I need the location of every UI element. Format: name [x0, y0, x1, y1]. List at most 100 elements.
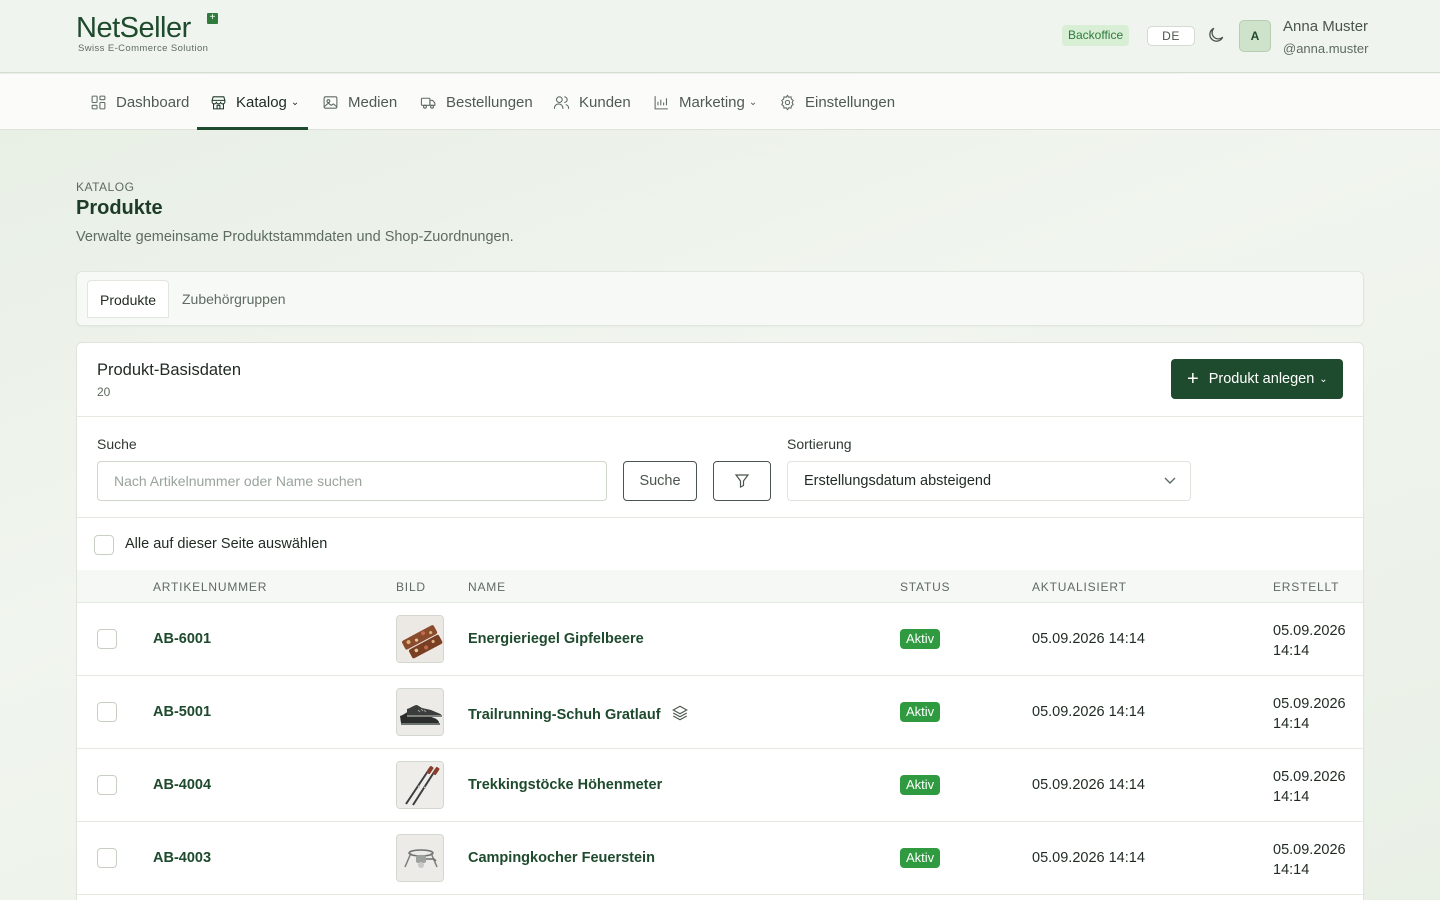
row-checkbox[interactable] [97, 629, 117, 649]
filter-icon [734, 474, 750, 488]
nav-label-dashboard: Dashboard [116, 93, 190, 111]
netseller-logo[interactable]: NetSeller + Swiss E-Commerce Solution [76, 12, 218, 54]
divider [77, 416, 1363, 417]
nav-label-marketing: Marketing [679, 93, 745, 111]
nav-label-medien: Medien [348, 93, 398, 111]
product-name: Trailrunning-Schuh Gratlauf [468, 707, 661, 723]
filter-button[interactable] [713, 461, 771, 501]
users-icon [553, 95, 570, 109]
column-header-status[interactable]: STATUS [900, 580, 950, 594]
product-name: Trekkingstöcke Höhenmeter [468, 777, 663, 793]
column-header-bild: BILD [396, 580, 426, 594]
product-name-link[interactable]: Energieriegel Gipfelbeere [468, 631, 644, 647]
product-thumbnail[interactable] [396, 615, 444, 663]
tab-produkte[interactable]: Produkte [87, 280, 170, 318]
row-checkbox[interactable] [97, 775, 117, 795]
updated-date: 05.09.2026 14:14 [1032, 704, 1145, 720]
store-icon [211, 95, 226, 109]
top-bar: NetSeller + Swiss E-Commerce Solution Ba… [0, 0, 1440, 73]
page-title: Produkte [76, 197, 163, 219]
product-name-link[interactable]: Trailrunning-Schuh Gratlauf [468, 704, 689, 726]
product-sku-link[interactable]: AB-4003 [153, 850, 211, 866]
table-row[interactable]: AB-4004 Trekkingstöcke Höhenmeter Aktiv … [77, 749, 1363, 822]
product-name: Campingkocher Feuerstein [468, 850, 655, 866]
user-name: Anna Muster [1283, 18, 1369, 35]
column-header-name[interactable]: NAME [468, 580, 506, 594]
select-all-checkbox[interactable] [94, 535, 114, 555]
main-navigation: Dashboard Katalog ⌄ Medien Bestellungen … [0, 74, 1440, 130]
environment-badge: Backoffice [1062, 25, 1130, 46]
product-thumbnail[interactable] [396, 688, 444, 736]
language-switch-button[interactable]: DE [1147, 26, 1195, 46]
product-thumbnail[interactable] [396, 834, 444, 882]
created-date: 05.09.2026 14:14 [1273, 840, 1353, 880]
create-product-button[interactable]: + Produkt anlegen ⌄ [1171, 359, 1343, 399]
nav-item-bestellungen[interactable]: Bestellungen [420, 74, 533, 130]
row-checkbox[interactable] [97, 848, 117, 868]
product-name: Energieriegel Gipfelbeere [468, 631, 644, 647]
product-sku-link[interactable]: AB-5001 [153, 704, 211, 720]
logo-tagline: Swiss E-Commerce Solution [78, 43, 209, 54]
column-header-aktualisiert[interactable]: AKTUALISIERT [1032, 580, 1127, 594]
trekking-poles-image [397, 762, 443, 808]
sort-value: Erstellungsdatum absteigend [804, 473, 992, 489]
tab-bar: Produkte Zubehörgruppen [76, 271, 1364, 326]
theme-toggle-button[interactable] [1206, 25, 1228, 47]
user-avatar[interactable]: A [1239, 20, 1271, 52]
energy-bar-image [397, 616, 443, 662]
updated-date: 05.09.2026 14:14 [1032, 777, 1145, 793]
nav-active-indicator [197, 127, 308, 130]
plus-icon: + [1187, 368, 1199, 390]
column-header-artikelnummer[interactable]: ARTIKELNUMMER [153, 580, 267, 594]
table-row[interactable]: AB-5001 Trailrunning-Schuh Gratlauf Akti… [77, 676, 1363, 749]
search-input[interactable] [97, 461, 607, 501]
sort-select[interactable]: Erstellungsdatum absteigend [787, 461, 1191, 501]
created-date-day: 05.09.2026 [1273, 696, 1346, 712]
table-row[interactable]: AB-4003 Campingkocher Feuerstein Aktiv 0… [77, 822, 1363, 895]
created-date-time: 14:14 [1273, 716, 1310, 732]
chevron-down-icon: ⌄ [290, 96, 300, 108]
product-sku-link[interactable]: AB-6001 [153, 631, 211, 647]
camping-stove-image [397, 835, 443, 881]
user-handle: @anna.muster [1283, 41, 1369, 56]
status-badge: Aktiv [900, 848, 941, 868]
nav-item-einstellungen[interactable]: Einstellungen [779, 74, 895, 130]
dashboard-icon [91, 95, 106, 109]
nav-item-katalog[interactable]: Katalog ⌄ [210, 74, 299, 130]
created-date: 05.09.2026 14:14 [1273, 621, 1353, 661]
page-description: Verwalte gemeinsame Produktstammdaten un… [76, 229, 514, 245]
tab-zubehoergruppen[interactable]: Zubehörgruppen [170, 280, 298, 318]
row-checkbox[interactable] [97, 702, 117, 722]
select-all-label: Alle auf dieser Seite auswählen [125, 536, 328, 552]
nav-label-einstellungen: Einstellungen [805, 93, 896, 111]
product-name-link[interactable]: Trekkingstöcke Höhenmeter [468, 777, 662, 793]
product-thumbnail[interactable] [396, 761, 444, 809]
status-badge: Aktiv [900, 702, 941, 722]
chevron-down-icon: ⌄ [748, 96, 758, 108]
updated-date: 05.09.2026 14:14 [1032, 631, 1145, 647]
table-row[interactable]: AB-6001 Energieriegel Gipfelbeere Aktiv … [77, 603, 1363, 676]
card-title: Produkt-Basisdaten [97, 361, 241, 379]
logo-wordmark: NetSeller [76, 12, 191, 44]
product-count: 20 [97, 385, 111, 399]
create-product-label: Produkt anlegen [1208, 371, 1315, 387]
created-date-day: 05.09.2026 [1273, 769, 1346, 785]
created-date-day: 05.09.2026 [1273, 842, 1346, 858]
created-date-time: 14:14 [1273, 643, 1310, 659]
column-header-erstellt[interactable]: ERSTELLT [1273, 580, 1339, 594]
status-badge: Aktiv [900, 775, 941, 795]
created-date: 05.09.2026 14:14 [1273, 694, 1353, 734]
image-icon [323, 95, 338, 109]
search-button[interactable]: Suche [623, 461, 697, 501]
nav-item-kunden[interactable]: Kunden [553, 74, 631, 130]
nav-label-katalog: Katalog [236, 93, 287, 111]
created-date-time: 14:14 [1273, 862, 1310, 878]
product-name-link[interactable]: Campingkocher Feuerstein [468, 850, 655, 866]
breadcrumb: KATALOG [76, 180, 135, 194]
truck-icon [420, 97, 436, 109]
product-sku-link[interactable]: AB-4004 [153, 777, 211, 793]
logo-plus-icon: + [207, 13, 218, 24]
nav-item-dashboard[interactable]: Dashboard [90, 74, 189, 130]
nav-item-medien[interactable]: Medien [322, 74, 397, 130]
nav-item-marketing[interactable]: Marketing ⌄ [653, 74, 757, 130]
